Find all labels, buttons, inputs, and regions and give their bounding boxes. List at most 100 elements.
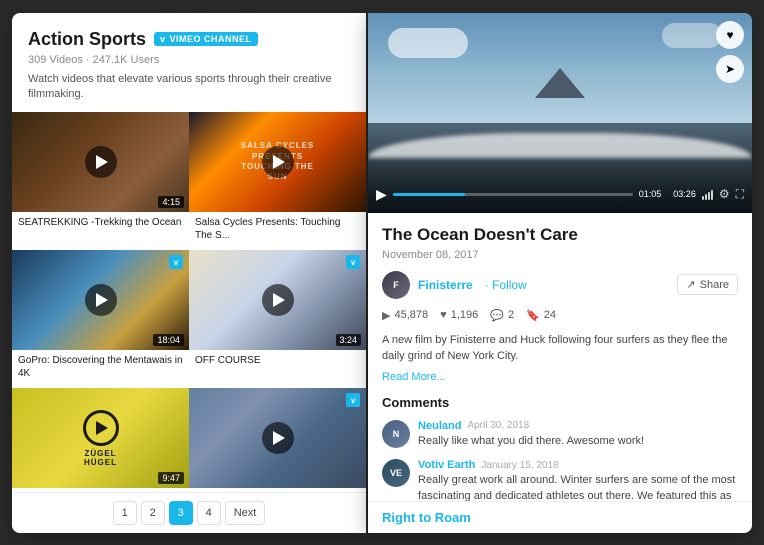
- play-triangle-icon-6: [273, 431, 285, 445]
- video-thumbnail-3: v 18:04: [12, 250, 189, 350]
- comment-date-1: January 15, 2018: [481, 460, 558, 471]
- play-button-1[interactable]: [85, 146, 117, 178]
- send-button[interactable]: ➤: [716, 55, 744, 83]
- cloud-2: [662, 23, 722, 48]
- page-1-button[interactable]: 1: [113, 501, 137, 525]
- vimeo-v-logo: v: [160, 34, 166, 44]
- video-label-3: GoPro: Discovering the Mentawais in 4K: [12, 350, 189, 388]
- video-item-6[interactable]: v Black Diamond Presents: Rhythm: [189, 388, 366, 491]
- channel-title-row: Action Sports v VIMEO CHANNEL: [28, 29, 350, 50]
- duration-badge-1: 4:15: [158, 196, 184, 208]
- channel-title: Action Sports: [28, 29, 146, 50]
- likes-icon: ♥: [440, 309, 447, 321]
- video-label-1: SEATREKKING -Trekking the Ocean: [12, 212, 189, 237]
- video-date: November 08, 2017: [382, 249, 738, 261]
- main-container: Action Sports v VIMEO CHANNEL 309 Videos…: [12, 13, 752, 533]
- progress-fill: [393, 193, 465, 196]
- channel-avatar: F: [382, 271, 410, 299]
- video-player[interactable]: ♥ ➤ ▶ 01:05 03:26: [368, 13, 752, 213]
- progress-bar[interactable]: [393, 193, 633, 196]
- collections-icon: 🔖: [526, 309, 540, 322]
- video-item-4[interactable]: v 3:24 OFF COURSE: [189, 250, 366, 388]
- zugel-play-icon: [96, 421, 108, 435]
- stat-comments: 💬 2: [490, 309, 514, 322]
- comment-item-1: VE Votiv Earth January 15, 2018 Really g…: [382, 459, 738, 500]
- play-pause-button[interactable]: ▶: [376, 186, 387, 203]
- video-label-2: Salsa Cycles Presents: Touching The S...: [189, 212, 366, 250]
- channel-header: Action Sports v VIMEO CHANNEL 309 Videos…: [12, 13, 366, 113]
- right-to-roam-link[interactable]: Right to Roam: [368, 501, 752, 533]
- comment-text-1: Really great work all around. Winter sur…: [418, 473, 738, 500]
- channel-name-link[interactable]: Finisterre: [418, 278, 473, 292]
- play-triangle-icon: [96, 155, 108, 169]
- mountain-shape: [535, 68, 585, 98]
- video-thumbnail-2: SALSA CYCLES PRESENTSTOUCHING THE SUN: [189, 112, 366, 212]
- stats-row: ▶ 45,878 ♥ 1,196 💬 2 🔖 24: [382, 309, 738, 322]
- total-time: 03:26: [673, 189, 696, 199]
- channel-row: F Finisterre · Follow ↗ Share: [382, 271, 738, 299]
- page-4-button[interactable]: 4: [197, 501, 221, 525]
- stat-likes: ♥ 1,196: [440, 309, 478, 321]
- vimeo-v-icon-6: v: [346, 393, 360, 407]
- heart-button[interactable]: ♥: [716, 21, 744, 49]
- vimeo-v-icon-4: v: [346, 255, 360, 269]
- right-panel: ♥ ➤ ▶ 01:05 03:26: [368, 13, 752, 533]
- comment-item-0: N Neuland April 30, 2018 Really like wha…: [382, 420, 738, 449]
- plays-icon: ▶: [382, 309, 390, 322]
- comment-body-1: Votiv Earth January 15, 2018 Really grea…: [418, 459, 738, 500]
- comment-text-0: Really like what you did there. Awesome …: [418, 434, 644, 449]
- play-button-4[interactable]: [262, 284, 294, 316]
- player-top-icons: ♥ ➤: [716, 21, 744, 83]
- vimeo-v-icon-3: v: [169, 255, 183, 269]
- signal-bars-icon: [702, 188, 713, 200]
- video-grid: 4:15 SEATREKKING -Trekking the Ocean SAL…: [12, 112, 366, 491]
- page-2-button[interactable]: 2: [141, 501, 165, 525]
- collections-count: 24: [544, 309, 556, 321]
- video-item-2[interactable]: SALSA CYCLES PRESENTSTOUCHING THE SUN Sa…: [189, 112, 366, 250]
- play-button-3[interactable]: [85, 284, 117, 316]
- comments-section: Comments N Neuland April 30, 2018 Really…: [382, 395, 738, 501]
- video-description: A new film by Finisterre and Huck follow…: [382, 332, 738, 365]
- comment-avatar-0: N: [382, 420, 410, 448]
- vimeo-channel-badge: v VIMEO CHANNEL: [154, 32, 258, 46]
- stat-plays: ▶ 45,878: [382, 309, 428, 322]
- current-time: 01:05: [639, 189, 662, 199]
- play-triangle-icon-4: [273, 293, 285, 307]
- comments-count: 2: [508, 309, 514, 321]
- play-button-2[interactable]: [262, 146, 294, 178]
- pagination: 1 2 3 4 Next: [12, 492, 366, 533]
- left-panel: Action Sports v VIMEO CHANNEL 309 Videos…: [12, 13, 366, 533]
- player-controls: ▶ 01:05 03:26 ⚙ ⛶: [368, 166, 752, 213]
- share-icon: ↗: [686, 278, 695, 291]
- channel-description: Watch videos that elevate various sports…: [28, 72, 350, 103]
- video-item-1[interactable]: 4:15 SEATREKKING -Trekking the Ocean: [12, 112, 189, 250]
- video-item-3[interactable]: v 18:04 GoPro: Discovering the Mentawais…: [12, 250, 189, 388]
- comment-author-0[interactable]: Neuland: [418, 420, 461, 432]
- channel-info: F Finisterre · Follow: [382, 271, 527, 299]
- video-item-5[interactable]: ZÜGELHÜGEL 9:47 Zügel The Hügel // Full …: [12, 388, 189, 491]
- likes-count: 1,196: [451, 309, 479, 321]
- video-thumbnail-4: v 3:24: [189, 250, 366, 350]
- read-more-link[interactable]: Read More...: [382, 371, 738, 383]
- video-label-5: Zügel The Hügel // Full Part // BIRDS BR…: [12, 488, 189, 491]
- follow-link[interactable]: · Follow: [485, 278, 527, 292]
- video-thumbnail-5: ZÜGELHÜGEL 9:47: [12, 388, 189, 488]
- cloud-1: [388, 28, 468, 58]
- comment-body-0: Neuland April 30, 2018 Really like what …: [418, 420, 644, 449]
- video-title: The Ocean Doesn't Care: [382, 225, 738, 245]
- comments-icon: 💬: [490, 309, 504, 322]
- video-label-4: OFF COURSE: [189, 350, 366, 375]
- fullscreen-icon[interactable]: ⛶: [736, 187, 744, 202]
- comment-author-1[interactable]: Votiv Earth: [418, 459, 475, 471]
- page-next-button[interactable]: Next: [225, 501, 266, 525]
- share-button[interactable]: ↗ Share: [677, 274, 738, 295]
- video-label-6: Black Diamond Presents: Rhythm: [189, 488, 366, 491]
- play-button-6[interactable]: [262, 422, 294, 454]
- duration-badge-5: 9:47: [158, 472, 184, 484]
- comment-author-row-0: Neuland April 30, 2018: [418, 420, 644, 432]
- comment-author-row-1: Votiv Earth January 15, 2018: [418, 459, 738, 471]
- comments-title: Comments: [382, 395, 738, 410]
- settings-icon[interactable]: ⚙: [719, 187, 730, 201]
- channel-meta: 309 Videos · 247.1K Users: [28, 54, 350, 66]
- page-3-button[interactable]: 3: [169, 501, 193, 525]
